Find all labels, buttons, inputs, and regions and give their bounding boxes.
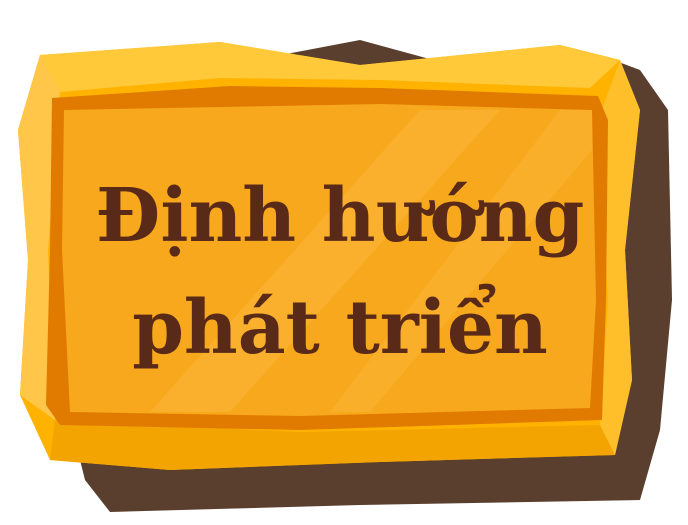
sign-title: Định hướng phát triển <box>60 160 620 384</box>
sign-graphic: Định hướng phát triển <box>0 0 688 525</box>
sign-title-line-1: Định hướng <box>95 173 585 259</box>
sign-title-line-2: phát triển <box>132 285 548 371</box>
